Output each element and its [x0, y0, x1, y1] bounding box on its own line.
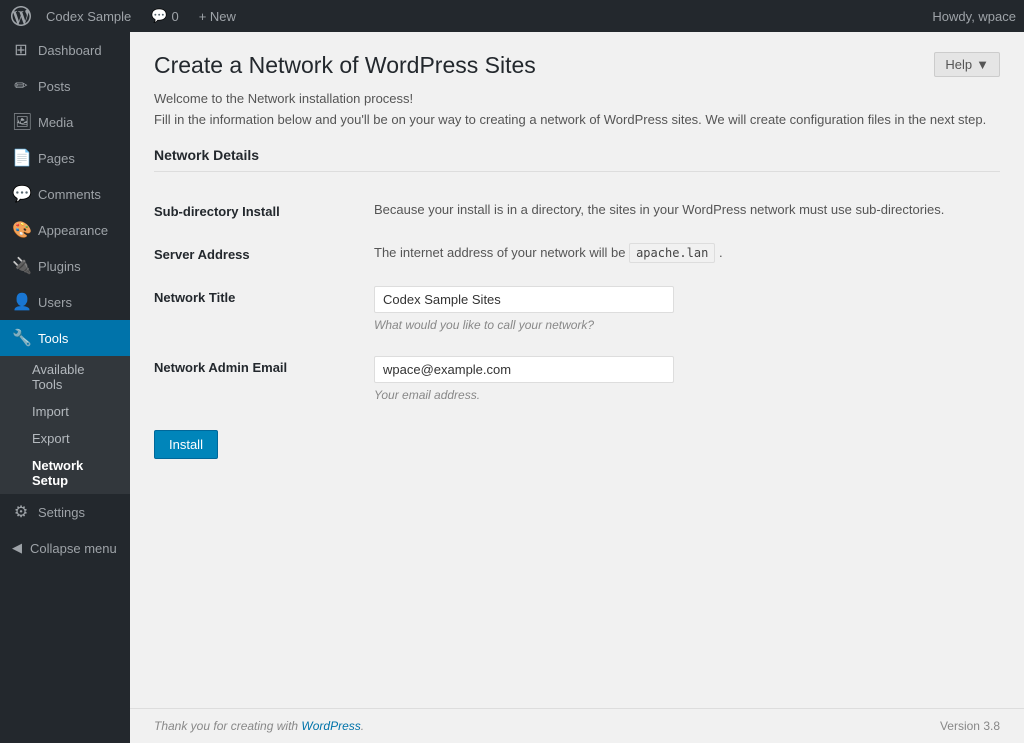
help-button-label: Help	[945, 57, 972, 72]
help-button[interactable]: Help ▼	[934, 52, 1000, 77]
media-icon: 🖼	[12, 112, 30, 132]
plugins-icon: 🔌	[12, 256, 30, 276]
sidebar-item-users[interactable]: 👤 Users	[0, 284, 130, 320]
submenu-item-import[interactable]: Import	[0, 398, 130, 425]
adminbar-howdy[interactable]: Howdy, wpace	[932, 9, 1016, 24]
pages-icon: 📄	[12, 148, 30, 168]
collapse-menu[interactable]: ◀ Collapse menu	[0, 530, 130, 566]
field-label-subdirectory: Sub-directory Install	[154, 188, 374, 231]
footer-version: Version 3.8	[940, 719, 1000, 733]
sidebar-item-posts[interactable]: ✏ Posts	[0, 68, 130, 104]
users-icon: 👤	[12, 292, 30, 312]
settings-icon: ⚙	[12, 502, 30, 522]
network-title-input[interactable]	[374, 286, 674, 313]
sidebar-item-label: Users	[38, 295, 72, 310]
field-value-network-admin-email: Your email address.	[374, 344, 1000, 414]
server-address-code: apache.lan	[629, 243, 715, 263]
adminbar-new[interactable]: + New	[191, 9, 244, 24]
sidebar-item-label: Dashboard	[38, 43, 102, 58]
appearance-icon: 🎨	[12, 220, 30, 240]
field-value-server-address: The internet address of your network wil…	[374, 231, 1000, 274]
sidebar-item-label: Settings	[38, 505, 85, 520]
dashboard-icon: ⊞	[12, 40, 30, 60]
table-row: Network Title What would you like to cal…	[154, 274, 1000, 344]
field-label-network-title: Network Title	[154, 274, 374, 344]
form-table: Sub-directory Install Because your insta…	[154, 188, 1000, 414]
footer-thank-you-text: Thank you for creating with	[154, 719, 301, 733]
posts-icon: ✏	[12, 76, 30, 96]
page-header: Create a Network of WordPress Sites Help…	[154, 52, 1000, 79]
collapse-icon: ◀	[12, 540, 22, 556]
sidebar-item-label: Pages	[38, 151, 75, 166]
tools-icon: 🔧	[12, 328, 30, 348]
install-button[interactable]: Install	[154, 430, 218, 459]
footer: Thank you for creating with WordPress. V…	[130, 708, 1024, 743]
comment-bubble-icon: 💬	[151, 8, 167, 24]
adminbar-comments[interactable]: 💬 0	[143, 8, 186, 24]
welcome-line1: Welcome to the Network installation proc…	[154, 91, 1000, 106]
page-title: Create a Network of WordPress Sites	[154, 52, 536, 79]
server-address-prefix: The internet address of your network wil…	[374, 245, 629, 260]
section-title: Network Details	[154, 147, 1000, 172]
collapse-label: Collapse menu	[30, 541, 117, 556]
sidebar-item-dashboard[interactable]: ⊞ Dashboard	[0, 32, 130, 68]
field-value-network-title: What would you like to call your network…	[374, 274, 1000, 344]
welcome-line2: Fill in the information below and you'll…	[154, 112, 1000, 127]
sidebar-item-appearance[interactable]: 🎨 Appearance	[0, 212, 130, 248]
sidebar-item-comments[interactable]: 💬 Comments	[0, 176, 130, 212]
sidebar-item-label: Media	[38, 115, 73, 130]
sidebar-item-pages[interactable]: 📄 Pages	[0, 140, 130, 176]
adminbar-site-name[interactable]: Codex Sample	[38, 9, 139, 24]
sidebar-item-label: Comments	[38, 187, 101, 202]
network-admin-email-hint: Your email address.	[374, 388, 480, 402]
footer-period: .	[361, 719, 364, 733]
tools-submenu: Available Tools Import Export Network Se…	[0, 356, 130, 494]
network-admin-email-input[interactable]	[374, 356, 674, 383]
submenu-item-export[interactable]: Export	[0, 425, 130, 452]
footer-thank-you: Thank you for creating with WordPress.	[154, 719, 364, 733]
sidebar-item-media[interactable]: 🖼 Media	[0, 104, 130, 140]
admin-bar: Codex Sample 💬 0 + New Howdy, wpace	[0, 0, 1024, 32]
comments-icon: 💬	[12, 184, 30, 204]
chevron-down-icon: ▼	[976, 57, 989, 72]
table-row: Network Admin Email Your email address.	[154, 344, 1000, 414]
comments-count: 0	[171, 9, 178, 24]
new-label: + New	[199, 9, 236, 24]
submenu-item-available-tools[interactable]: Available Tools	[0, 356, 130, 398]
wp-logo-icon[interactable]	[8, 3, 34, 29]
sidebar-item-label: Plugins	[38, 259, 81, 274]
table-row: Server Address The internet address of y…	[154, 231, 1000, 274]
content-area: Create a Network of WordPress Sites Help…	[130, 32, 1024, 708]
sidebar-item-plugins[interactable]: 🔌 Plugins	[0, 248, 130, 284]
field-label-server-address: Server Address	[154, 231, 374, 274]
footer-wp-link[interactable]: WordPress	[301, 719, 360, 733]
field-value-subdirectory: Because your install is in a directory, …	[374, 188, 1000, 231]
sidebar-item-settings[interactable]: ⚙ Settings	[0, 494, 130, 530]
server-address-suffix: .	[719, 245, 723, 260]
sidebar-item-tools[interactable]: 🔧 Tools	[0, 320, 130, 356]
sidebar-item-label: Tools	[38, 331, 68, 346]
network-title-hint: What would you like to call your network…	[374, 318, 594, 332]
sidebar: ⊞ Dashboard ✏ Posts 🖼 Media 📄 Pages 💬 Co…	[0, 32, 130, 743]
submenu-item-network-setup[interactable]: Network Setup	[0, 452, 130, 494]
table-row: Sub-directory Install Because your insta…	[154, 188, 1000, 231]
sidebar-item-label: Appearance	[38, 223, 108, 238]
field-label-network-admin-email: Network Admin Email	[154, 344, 374, 414]
sidebar-item-label: Posts	[38, 79, 71, 94]
